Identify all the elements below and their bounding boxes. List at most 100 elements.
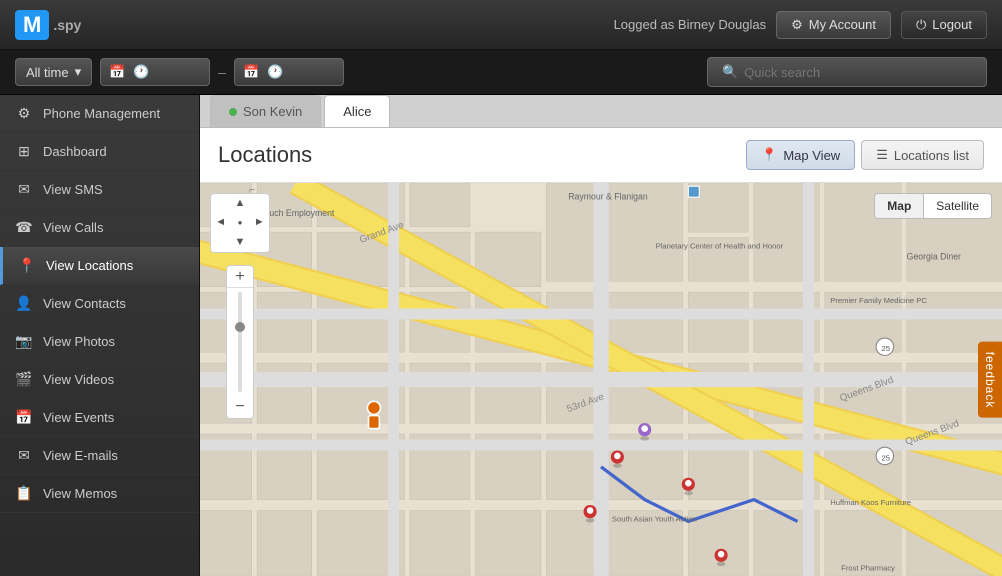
sidebar-item-phone-management[interactable]: ⚙ Phone Management bbox=[0, 95, 199, 133]
main-layout: ⚙ Phone Management ⊞ Dashboard ✉ View SM… bbox=[0, 95, 1002, 576]
search-icon: 🔍 bbox=[722, 64, 738, 80]
sidebar-item-label: Dashboard bbox=[43, 144, 107, 159]
locations-title: Locations bbox=[218, 142, 312, 168]
sidebar-item-view-photos[interactable]: 📷 View Photos bbox=[0, 323, 199, 361]
sidebar-item-view-videos[interactable]: 🎬 View Videos bbox=[0, 361, 199, 399]
svg-text:Premier Family Medicine PC: Premier Family Medicine PC bbox=[830, 296, 927, 305]
my-account-label: My Account bbox=[809, 17, 876, 32]
contacts-icon: 👤 bbox=[15, 295, 33, 312]
time-select[interactable]: All time ▾ bbox=[15, 58, 92, 86]
svg-text:Raymour & Flanigan: Raymour & Flanigan bbox=[568, 191, 648, 201]
nav-up-button[interactable]: ▲ bbox=[233, 196, 248, 211]
sidebar-item-view-emails[interactable]: ✉ View E-mails bbox=[0, 437, 199, 475]
feedback-tab[interactable]: feedback bbox=[978, 341, 1002, 418]
sidebar-item-label: View E-mails bbox=[43, 448, 118, 463]
map-pin-icon: 📍 bbox=[761, 147, 777, 163]
calendar-icon2: 📅 bbox=[243, 64, 259, 80]
logo: M .spy bbox=[15, 10, 81, 40]
toolbar: All time ▾ 📅 🕐 – 📅 🕐 🔍 bbox=[0, 50, 1002, 95]
map-type-satellite-button[interactable]: Satellite bbox=[924, 194, 991, 218]
tab-alice[interactable]: Alice bbox=[324, 95, 390, 127]
sidebar-item-label: Phone Management bbox=[43, 106, 160, 121]
content-area: Son Kevin Alice Locations 📍 Map View ☰ L… bbox=[200, 95, 1002, 576]
map-svg: Grand Ave 53rd Ave Queens Blvd Queens Bl… bbox=[200, 183, 1002, 576]
sidebar-item-label: View Memos bbox=[43, 486, 117, 501]
emails-icon: ✉ bbox=[15, 447, 33, 464]
map-view-label: Map View bbox=[783, 148, 840, 163]
sidebar-item-label: View Videos bbox=[43, 372, 114, 387]
quick-search-input[interactable] bbox=[744, 65, 972, 80]
sidebar-item-label: View Events bbox=[43, 410, 114, 425]
memos-icon: 📋 bbox=[15, 485, 33, 502]
sms-icon: ✉ bbox=[15, 181, 33, 198]
sidebar-item-view-sms[interactable]: ✉ View SMS bbox=[0, 171, 199, 209]
clock-icon2: 🕐 bbox=[267, 64, 283, 80]
map-view-button[interactable]: 📍 Map View bbox=[746, 140, 855, 170]
zoom-out-button[interactable]: − bbox=[227, 396, 253, 418]
my-account-button[interactable]: ⚙ My Account bbox=[776, 11, 891, 39]
logout-label: Logout bbox=[932, 17, 972, 32]
svg-text:25: 25 bbox=[882, 453, 890, 462]
clock-icon: 🕐 bbox=[133, 64, 149, 80]
sidebar-item-label: View Photos bbox=[43, 334, 115, 349]
sidebar-item-dashboard[interactable]: ⊞ Dashboard bbox=[0, 133, 199, 171]
map-type-buttons: Map Satellite bbox=[874, 193, 992, 219]
sidebar-item-view-events[interactable]: 📅 View Events bbox=[0, 399, 199, 437]
map-controls: ▲ ◄ ● ► ▼ + − bbox=[210, 193, 270, 419]
header-right: Logged as Birney Douglas ⚙ My Account ⏻ … bbox=[614, 11, 987, 39]
nav-left-button[interactable]: ◄ bbox=[213, 215, 228, 230]
locations-panel: Locations 📍 Map View ☰ Locations list bbox=[200, 128, 1002, 576]
calls-icon: ☎ bbox=[15, 219, 33, 236]
tab-son-kevin-label: Son Kevin bbox=[243, 104, 302, 119]
zoom-in-button[interactable]: + bbox=[227, 266, 253, 288]
videos-icon: 🎬 bbox=[15, 371, 33, 388]
tab-son-kevin[interactable]: Son Kevin bbox=[210, 95, 321, 127]
gear-icon: ⚙ bbox=[791, 17, 803, 33]
dashboard-icon: ⊞ bbox=[15, 143, 33, 160]
date-from-input[interactable]: 📅 🕐 bbox=[100, 58, 210, 86]
logo-spy-text: .spy bbox=[53, 17, 81, 33]
sidebar-item-label: View Contacts bbox=[43, 296, 126, 311]
power-icon: ⏻ bbox=[916, 17, 926, 33]
list-icon: ☰ bbox=[876, 147, 888, 163]
phone-management-icon: ⚙ bbox=[15, 105, 33, 122]
zoom-handle bbox=[235, 322, 245, 332]
events-icon: 📅 bbox=[15, 409, 33, 426]
svg-text:Georgia Diner: Georgia Diner bbox=[907, 251, 961, 261]
svg-text:25: 25 bbox=[882, 344, 890, 353]
logged-as-text: Logged as Birney Douglas bbox=[614, 17, 767, 32]
sidebar: ⚙ Phone Management ⊞ Dashboard ✉ View SM… bbox=[0, 95, 200, 576]
calendar-icon: 📅 bbox=[109, 64, 125, 80]
date-separator: – bbox=[218, 64, 226, 80]
sidebar-item-view-memos[interactable]: 📋 View Memos bbox=[0, 475, 199, 513]
logout-button[interactable]: ⏻ Logout bbox=[901, 11, 987, 39]
tab-alice-label: Alice bbox=[343, 104, 371, 119]
chevron-down-icon: ▾ bbox=[75, 64, 82, 80]
logo-m-icon: M bbox=[15, 10, 49, 40]
locations-icon: 📍 bbox=[18, 257, 36, 274]
nav-down-button[interactable]: ▼ bbox=[233, 235, 248, 250]
nav-center-button[interactable]: ● bbox=[236, 217, 245, 229]
sidebar-item-label: View Locations bbox=[46, 258, 133, 273]
locations-list-label: Locations list bbox=[894, 148, 969, 163]
sidebar-item-label: View Calls bbox=[43, 220, 103, 235]
tab-dot-icon bbox=[229, 108, 237, 116]
sidebar-item-view-locations[interactable]: 📍 View Locations bbox=[0, 247, 199, 285]
locations-list-button[interactable]: ☰ Locations list bbox=[861, 140, 984, 170]
time-select-label: All time bbox=[26, 65, 69, 80]
locations-header: Locations 📍 Map View ☰ Locations list bbox=[200, 128, 1002, 183]
svg-text:Huffman Koos Furniture: Huffman Koos Furniture bbox=[830, 498, 911, 507]
tabs-bar: Son Kevin Alice bbox=[200, 95, 1002, 128]
sidebar-item-view-calls[interactable]: ☎ View Calls bbox=[0, 209, 199, 247]
sidebar-item-view-contacts[interactable]: 👤 View Contacts bbox=[0, 285, 199, 323]
header: M .spy Logged as Birney Douglas ⚙ My Acc… bbox=[0, 0, 1002, 50]
date-to-input[interactable]: 📅 🕐 bbox=[234, 58, 344, 86]
map-type-map-button[interactable]: Map bbox=[875, 194, 924, 218]
zoom-slider[interactable] bbox=[238, 292, 242, 392]
map-container[interactable]: Grand Ave 53rd Ave Queens Blvd Queens Bl… bbox=[200, 183, 1002, 576]
sidebar-item-label: View SMS bbox=[43, 182, 103, 197]
nav-cross[interactable]: ▲ ◄ ● ► ▼ bbox=[210, 193, 270, 253]
quick-search-container[interactable]: 🔍 bbox=[707, 57, 987, 87]
svg-text:Frost Pharmacy: Frost Pharmacy bbox=[841, 564, 895, 573]
nav-right-button[interactable]: ► bbox=[252, 215, 267, 230]
